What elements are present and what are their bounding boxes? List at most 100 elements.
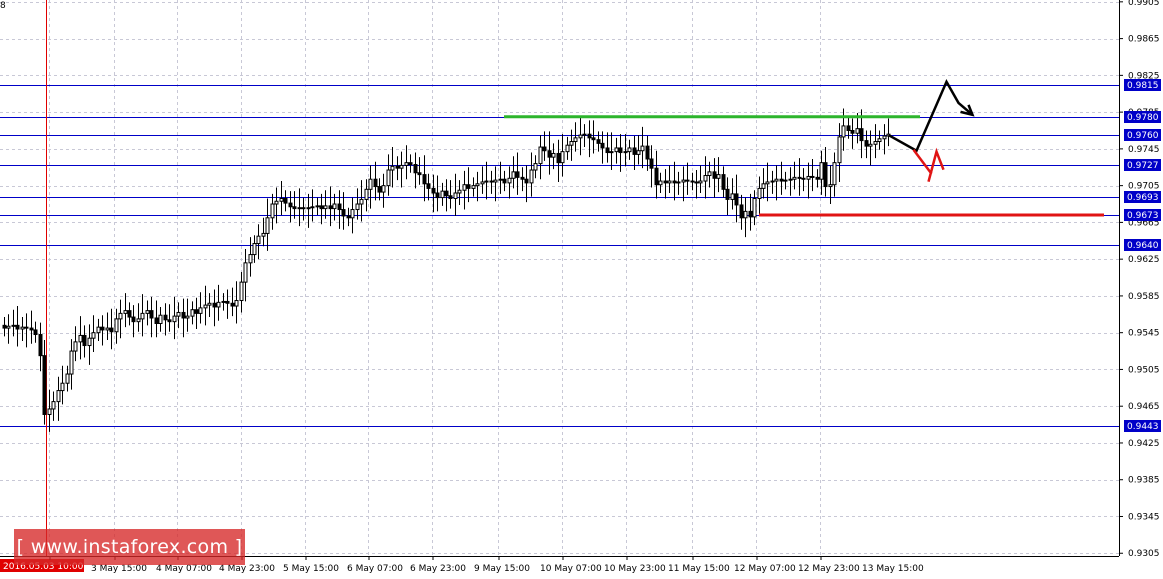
candle-body-114 [511,171,516,179]
candle-body-141 [632,147,637,155]
candle-body-94 [422,174,427,185]
y-tick-label-12: 0.9425 [1128,439,1160,449]
level-badge-text-0.9727: 0.9727 [1127,161,1159,171]
candle-body-46 [207,302,212,306]
price-chart[interactable]: 0.99050.98650.98250.97850.97450.97050.96… [0,0,1163,579]
y-tick-label-14: 0.9345 [1128,512,1160,522]
candle-body-197 [882,135,887,140]
candle-body-1 [6,325,11,329]
candle-body-57 [256,235,261,245]
candle-body-62 [279,198,284,202]
candle-body-86 [386,169,391,187]
watermark-badge: [ www.instaforex.com ] [14,529,245,565]
candle-body-194 [868,143,873,147]
candle-body-89 [399,164,404,169]
candle-body-10 [47,408,52,415]
candle-body-183 [819,162,824,180]
candle-body-75 [337,203,342,211]
candle-body-18 [82,334,87,347]
candle-body-120 [538,146,543,165]
candle-body-127 [569,141,574,146]
candle-body-191 [855,128,860,134]
candle-body-106 [475,183,480,187]
candle-body-187 [837,136,842,164]
candle-body-163 [730,193,735,200]
candle-body-196 [877,138,882,143]
candle-body-13 [60,382,65,392]
y-tick-label-10: 0.9505 [1128,365,1160,375]
candle-body-54 [243,262,248,283]
x-tick-label-7: 9 May 15:00 [474,564,530,574]
candle-body-162 [725,188,730,200]
candle-body-186 [832,162,837,186]
candle-body-78 [350,209,355,219]
level-badge-text-0.9760: 0.9760 [1127,131,1159,141]
candle-body-83 [373,178,378,188]
y-tick-label-9: 0.9545 [1128,329,1160,339]
candle-body-166 [743,210,748,219]
candle-body-184 [823,162,828,188]
x-tick-label-5: 6 May 07:00 [347,564,403,574]
candle-body-182 [815,176,820,180]
candle-body-180 [806,175,811,180]
candle-body-123 [551,152,556,158]
candle-body-152 [681,179,686,183]
candle-body-38 [172,315,177,323]
candle-body-9 [42,355,47,415]
candle-body-117 [524,178,529,184]
candle-body-126 [565,144,570,153]
candle-body-68 [306,207,311,210]
candle-body-30 [136,318,141,323]
candle-body-190 [850,129,855,134]
y-tick-label-13: 0.9385 [1128,476,1160,486]
candle-body-50 [225,300,230,304]
candle-body-39 [176,311,181,317]
candle-body-23 [105,327,110,331]
candle-body-2 [11,324,16,327]
x-tick-label-12: 12 May 23:00 [798,564,860,574]
candle-body-64 [288,202,293,208]
candle-body-4 [20,326,25,330]
candle-body-34 [154,317,159,324]
candle-body-11 [51,401,56,410]
candle-body-111 [498,178,503,181]
candle-body-145 [649,158,654,169]
candle-body-28 [127,310,132,318]
candle-body-132 [591,137,596,141]
candle-body-49 [221,300,226,303]
candle-body-160 [716,174,721,179]
candle-body-146 [654,167,659,186]
candle-body-149 [667,180,672,184]
candle-body-6 [29,327,34,331]
candle-body-124 [556,152,561,164]
candle-body-179 [801,177,806,180]
candle-body-195 [873,141,878,145]
candle-body-90 [404,162,409,166]
candle-body-65 [292,206,297,210]
candle-body-85 [381,185,386,193]
candle-body-129 [578,134,583,139]
candle-body-17 [78,334,83,343]
candle-body-115 [515,171,520,178]
plot-background [0,0,1119,556]
candle-body-19 [87,337,92,347]
candle-body-189 [846,125,851,131]
candle-body-52 [234,300,239,307]
candle-body-156 [698,180,703,184]
candle-body-112 [502,178,507,184]
candle-body-97 [435,192,440,199]
candle-body-41 [185,315,190,319]
candle-body-134 [600,142,605,149]
candle-body-66 [297,207,302,210]
candle-body-63 [283,198,288,204]
y-tick-label-8: 0.9585 [1128,292,1160,302]
candle-body-157 [703,175,708,182]
candle-body-148 [663,180,668,184]
candle-body-67 [301,207,306,210]
candle-body-91 [408,162,413,166]
y-tick-label-1: 0.9865 [1128,35,1160,45]
candle-body-72 [323,205,328,210]
candle-body-110 [493,179,498,183]
candle-body-181 [810,175,815,178]
candle-body-116 [520,176,525,180]
